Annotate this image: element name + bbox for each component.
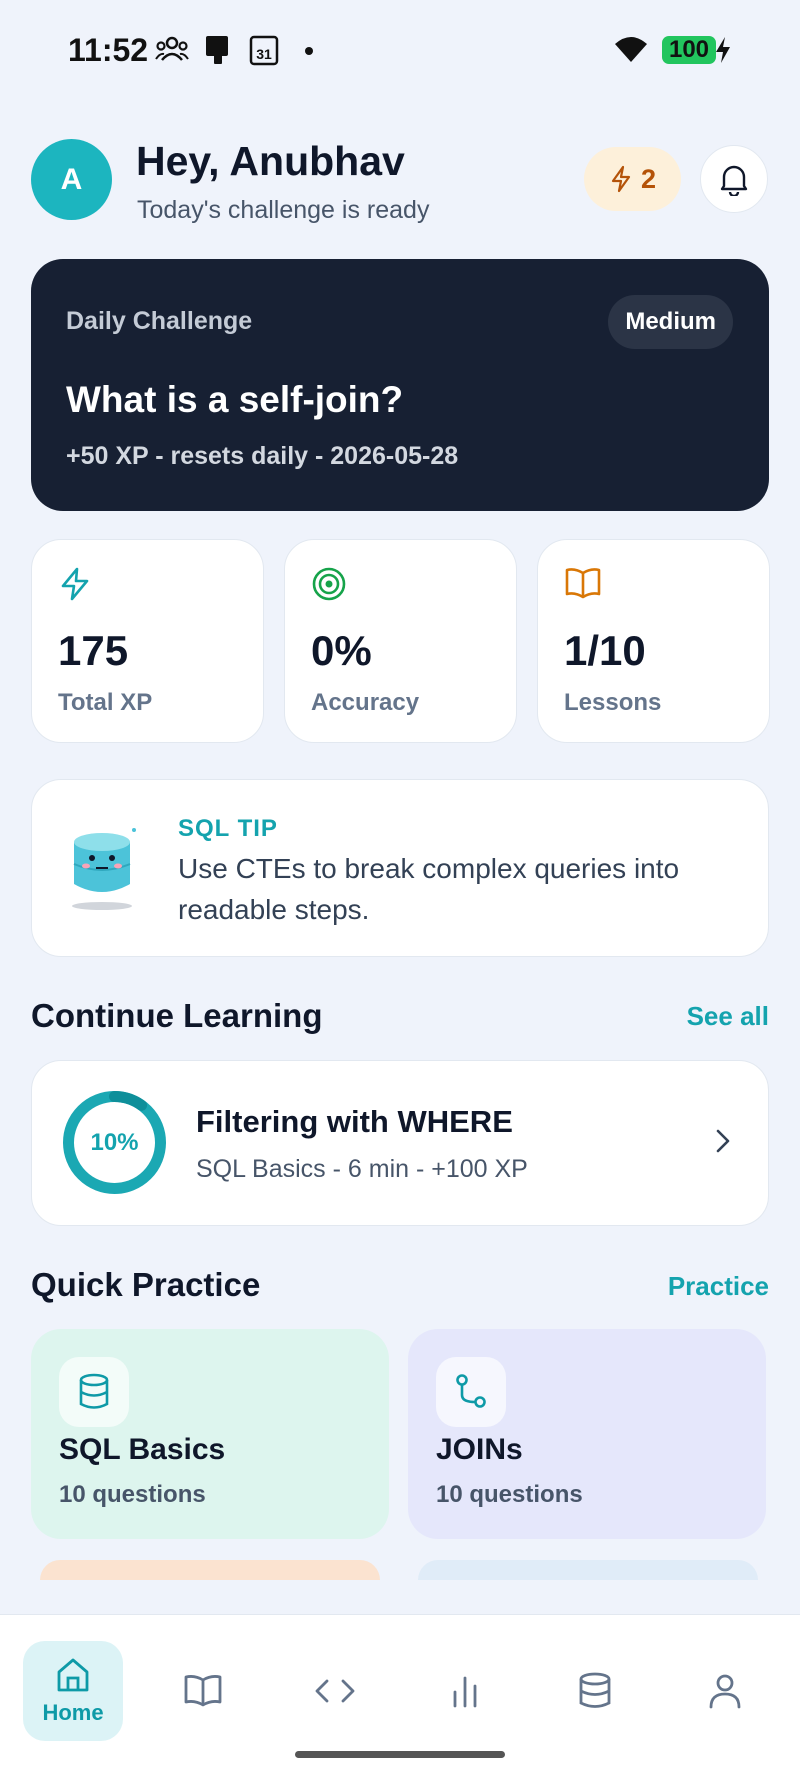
database-mascot-icon xyxy=(72,828,136,910)
see-all-link[interactable]: See all xyxy=(687,1001,769,1032)
nav-home-label: Home xyxy=(42,1700,104,1725)
nav-profile[interactable] xyxy=(675,1641,775,1741)
streak-badge[interactable]: 2 xyxy=(584,147,681,211)
bell-icon xyxy=(720,165,748,196)
bar-chart-icon xyxy=(453,1676,477,1708)
calendar-icon: 31 xyxy=(249,35,279,66)
difficulty-badge: Medium xyxy=(608,295,733,349)
practice-link[interactable]: Practice xyxy=(668,1271,769,1302)
stat-card-accuracy[interactable]: 0% Accuracy xyxy=(284,539,517,743)
practice-card-peek xyxy=(418,1560,758,1580)
practice-card-peek xyxy=(40,1560,380,1580)
avatar[interactable]: A xyxy=(31,139,112,220)
bolt-icon xyxy=(61,567,89,601)
continue-lesson-card[interactable]: 10% Filtering with WHERE SQL Basics - 6 … xyxy=(31,1060,769,1226)
greeting: Hey, Anubhav xyxy=(136,138,405,184)
stat-value: 175 xyxy=(58,627,129,674)
daily-challenge-card[interactable]: Daily Challenge Medium What is a self-jo… xyxy=(31,259,769,511)
streak-count: 2 xyxy=(640,163,657,194)
target-icon xyxy=(312,567,346,601)
greeting-subtitle: Today's challenge is ready xyxy=(137,196,430,224)
stat-card-xp[interactable]: 175 Total XP xyxy=(31,539,264,743)
bolt-icon xyxy=(611,165,631,193)
challenge-meta: +50 XP - resets daily - 2026-05-28 xyxy=(66,442,459,470)
nav-learn[interactable] xyxy=(153,1641,253,1741)
lesson-meta: SQL Basics - 6 min - +100 XP xyxy=(196,1155,528,1183)
status-bar: 11:52 31 100 xyxy=(0,0,800,100)
practice-count: 10 questions xyxy=(436,1481,583,1508)
nav-stats[interactable] xyxy=(415,1641,515,1741)
wifi-icon xyxy=(615,37,647,62)
notifications-button[interactable] xyxy=(700,145,768,213)
practice-card-sql-basics[interactable]: SQL Basics 10 questions xyxy=(31,1329,389,1539)
dot-icon xyxy=(305,47,313,55)
practice-title: JOINs xyxy=(436,1433,523,1466)
challenge-question: What is a self-join? xyxy=(66,379,404,420)
bottom-nav: Home xyxy=(0,1614,800,1778)
people-icon xyxy=(155,36,189,61)
stat-value: 1/10 xyxy=(564,627,646,674)
calendar-day: 31 xyxy=(256,46,272,62)
stat-label: Accuracy xyxy=(311,689,420,716)
profile-icon xyxy=(709,1674,741,1709)
stat-value: 0% xyxy=(311,627,372,674)
stat-label: Lessons xyxy=(564,689,662,716)
charging-icon xyxy=(716,37,730,63)
nav-practice[interactable] xyxy=(285,1641,385,1741)
database-icon xyxy=(79,1373,109,1409)
tip-text: Use CTEs to break complex queries into r… xyxy=(178,853,680,925)
challenge-label: Daily Challenge xyxy=(66,307,253,335)
quick-practice-title: Quick Practice xyxy=(31,1266,261,1303)
tip-label: SQL TIP xyxy=(178,815,278,842)
nav-database[interactable] xyxy=(545,1641,645,1741)
code-icon xyxy=(315,1679,355,1703)
status-time: 11:52 xyxy=(68,32,149,68)
phone-icon xyxy=(206,36,228,64)
sql-tip-card: SQL TIP Use CTEs to break complex querie… xyxy=(31,779,769,957)
book-open-icon xyxy=(184,1675,222,1707)
progress-label: 10% xyxy=(90,1128,139,1156)
continue-learning-title: Continue Learning xyxy=(31,997,323,1034)
practice-title: SQL Basics xyxy=(59,1433,226,1466)
database-icon xyxy=(579,1672,611,1708)
battery-icon: 100 xyxy=(662,36,716,64)
chevron-right-icon xyxy=(716,1129,730,1153)
stat-card-lessons[interactable]: 1/10 Lessons xyxy=(537,539,770,743)
book-icon xyxy=(565,568,601,599)
nav-home[interactable]: Home xyxy=(23,1641,123,1741)
practice-count: 10 questions xyxy=(59,1481,206,1508)
home-icon xyxy=(57,1658,89,1692)
join-icon xyxy=(456,1374,486,1408)
practice-card-joins[interactable]: JOINs 10 questions xyxy=(408,1329,766,1539)
home-indicator[interactable] xyxy=(295,1751,505,1758)
stat-label: Total XP xyxy=(58,689,153,716)
lesson-title: Filtering with WHERE xyxy=(196,1104,513,1139)
